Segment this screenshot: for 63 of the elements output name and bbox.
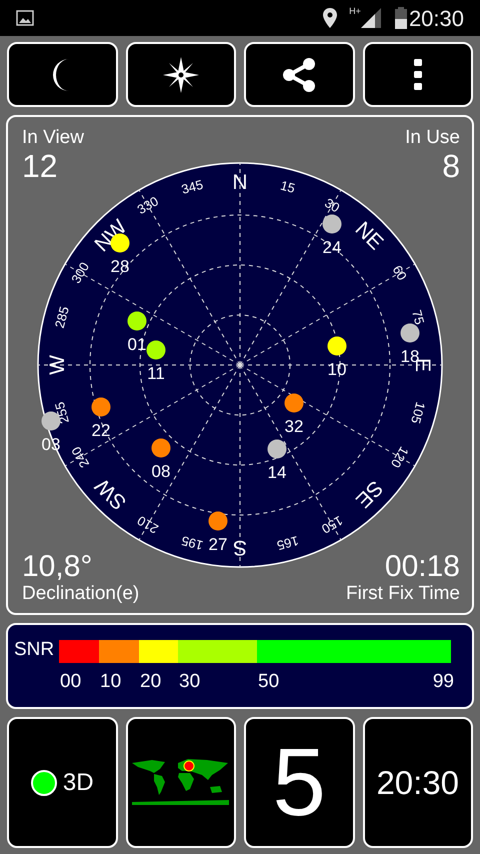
- degree-label: 75: [409, 308, 428, 326]
- clock-time: 20:30: [376, 762, 460, 803]
- share-button[interactable]: [244, 42, 354, 107]
- degree-label: 210: [134, 512, 161, 537]
- degree-label: 120: [388, 444, 412, 470]
- satellite-id: 22: [92, 421, 110, 440]
- satellite-id: 08: [152, 462, 170, 481]
- snr-scale-label: 10: [100, 670, 122, 694]
- battery-icon: [394, 7, 407, 29]
- satellite-id: 11: [147, 364, 165, 383]
- degree-label: 105: [408, 400, 428, 426]
- satellite-id: 27: [208, 535, 228, 554]
- fix-time-value: 00:18: [384, 551, 460, 583]
- signal-icon: [360, 8, 383, 28]
- satellite-id: 24: [322, 238, 342, 257]
- menu-icon: [414, 58, 422, 90]
- satellite-id: 01: [128, 335, 146, 354]
- snr-scale-label: 00: [60, 670, 82, 694]
- in-use-count: 8: [442, 149, 460, 183]
- compass-direction: NE: [350, 218, 388, 254]
- satellite-id: 32: [284, 417, 304, 436]
- declination-label: Declination(e): [22, 583, 140, 605]
- satellite-id: 28: [110, 257, 130, 276]
- degree-label: 255: [52, 400, 72, 426]
- fix-time-label: First Fix Time: [346, 583, 460, 605]
- snr-scale-label: 50: [258, 670, 280, 694]
- degree-label: 285: [52, 304, 72, 330]
- satellites-used-count: 5: [272, 734, 326, 830]
- degree-label: 300: [68, 260, 92, 286]
- compass-direction: SE: [351, 476, 388, 512]
- snr-label: SNR: [14, 638, 54, 662]
- share-icon: [281, 56, 318, 92]
- location-pin-icon: [323, 8, 338, 28]
- snr-scale-label: 20: [140, 670, 162, 694]
- network-type: H+: [349, 5, 361, 18]
- compass-direction: W: [46, 355, 69, 375]
- night-mode-button[interactable]: [7, 42, 118, 107]
- satellite-id: 10: [328, 360, 346, 379]
- snr-scale-label: 99: [432, 670, 454, 694]
- satellite-id: 14: [268, 463, 286, 482]
- fix-type: 3D: [62, 768, 94, 798]
- degree-label: 330: [134, 193, 161, 218]
- degree-label: 240: [68, 444, 92, 470]
- degree-label: 195: [180, 533, 205, 554]
- in-view-count: 12: [22, 149, 58, 183]
- degree-label: 150: [319, 512, 346, 537]
- compass-direction: SW: [90, 474, 132, 514]
- degree-label: 30: [322, 195, 342, 216]
- in-view-label: In View: [22, 127, 84, 149]
- menu-button[interactable]: [362, 42, 473, 107]
- image-icon: [16, 10, 34, 26]
- snr-scale-label: 30: [179, 670, 200, 694]
- compass-rose-icon: [162, 56, 199, 92]
- status-time: 20:30: [408, 4, 464, 32]
- in-use-label: In Use: [405, 127, 460, 149]
- compass-direction: S: [233, 536, 247, 559]
- compass-button[interactable]: [126, 42, 236, 107]
- degree-label: 165: [275, 533, 300, 554]
- degree-label: 15: [278, 178, 297, 196]
- compass-direction: N: [232, 171, 248, 194]
- degree-label: 60: [390, 262, 410, 283]
- declination-value: 10,8°: [22, 551, 92, 583]
- degree-label: 345: [180, 176, 205, 197]
